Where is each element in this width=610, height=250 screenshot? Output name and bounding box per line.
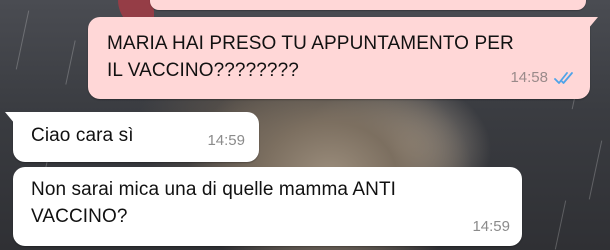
message-meta: 14:59 [472, 213, 510, 240]
rain-streak [554, 200, 567, 250]
message-time: 14:59 [207, 132, 245, 149]
message-meta: 14:59 [207, 127, 245, 154]
outgoing-message-bubble[interactable]: MARIA HAI PRESO TU APPUNTAMENTO PER IL V… [88, 17, 598, 99]
rain-streak [588, 140, 603, 200]
message-text: Non sarai mica una di quelle mamma ANTI … [31, 179, 397, 227]
message-time: 14:59 [472, 218, 510, 235]
incoming-message-bubble[interactable]: Non sarai mica una di quelle mamma ANTI … [13, 167, 522, 246]
previous-message-bubble-cropped[interactable] [150, 0, 586, 10]
incoming-message-bubble[interactable]: Ciao cara sì 14:59 [5, 112, 259, 162]
message-meta: 14:58 [510, 64, 576, 91]
bubble-tail [588, 17, 598, 29]
message-text: MARIA HAI PRESO TU APPUNTAMENTO PER IL V… [107, 33, 514, 81]
rain-streak [15, 10, 30, 70]
message-time: 14:58 [510, 69, 548, 86]
bubble-tail [5, 112, 15, 124]
double-check-read-icon [554, 71, 573, 84]
rain-streak [65, 40, 76, 85]
